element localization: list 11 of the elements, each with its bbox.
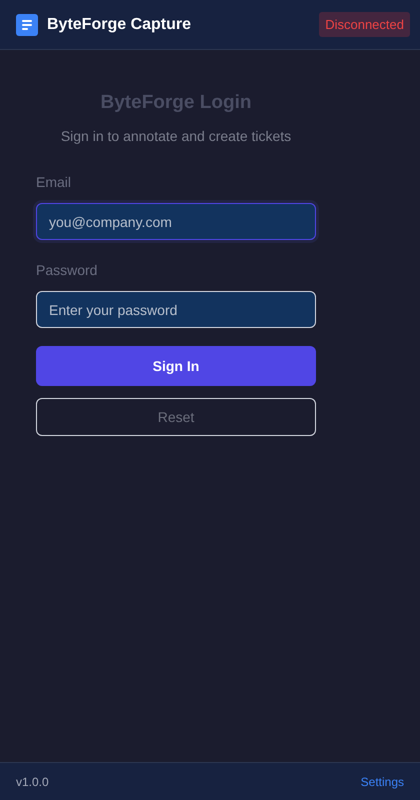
field-label: Password	[36, 262, 98, 278]
field-label: Email	[36, 174, 72, 190]
reset-button[interactable]: Reset	[36, 398, 316, 436]
login-subtitle: Sign in to annotate and create tickets	[60, 128, 292, 144]
app-title: ByteForge Capture	[47, 16, 192, 34]
settings-link[interactable]: Settings	[360, 774, 404, 788]
status-badge: Disconnected	[319, 12, 410, 37]
version-text: v1.0.0	[16, 774, 49, 788]
menu-lines-icon	[16, 14, 38, 36]
input-field[interactable]: you@company.com	[36, 203, 316, 240]
sign-in-button[interactable]: Sign In	[36, 346, 316, 386]
